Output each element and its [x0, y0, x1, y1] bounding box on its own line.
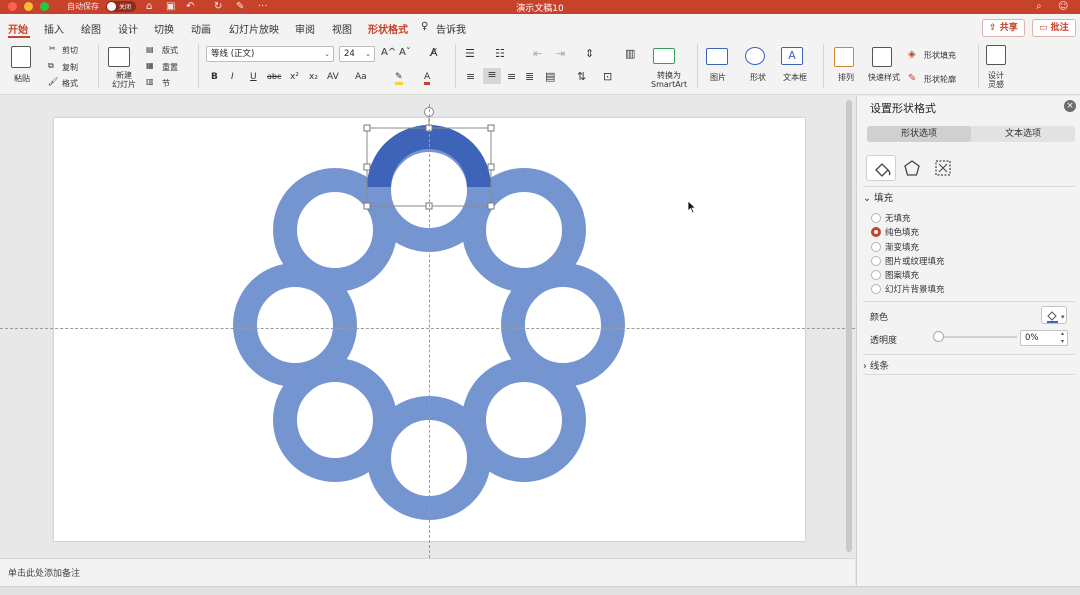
quick-styles-icon[interactable]	[872, 47, 892, 67]
horizontal-smart-guide	[0, 328, 855, 329]
transparency-label: 透明度	[870, 336, 898, 346]
fill-color-picker[interactable]: ▾	[1041, 306, 1067, 324]
notes-placeholder[interactable]: 单击此处添加备注	[8, 566, 80, 579]
search-icon[interactable]: ⌕	[1036, 0, 1042, 13]
close-pane-button[interactable]: ×	[1064, 100, 1076, 112]
shape-fill-button[interactable]: 形状填充	[924, 50, 956, 61]
design-ideas-button[interactable]: 设计 灵感	[988, 71, 1004, 89]
line-section-header[interactable]: › 线条	[863, 358, 889, 372]
format-shape-pane: 设置形状格式 × 形状选项 文本选项 ⌄ 填充 无填充 纯色填充 渐变填充 图片…	[856, 96, 1080, 586]
status-bar	[0, 586, 1080, 595]
tab-shape-options[interactable]: 形状选项	[867, 126, 971, 142]
size-properties-icon[interactable]	[928, 155, 958, 181]
transparency-slider-knob[interactable]	[933, 331, 944, 342]
comment-button[interactable]: ▭ 批注	[1032, 19, 1076, 37]
vertical-smart-guide	[429, 104, 430, 558]
transparency-slider-track[interactable]	[937, 336, 1017, 338]
notes-pane[interactable]: 单击此处添加备注	[0, 558, 855, 586]
design-ideas-icon[interactable]	[986, 45, 1006, 65]
shape-outline-button[interactable]: 形状轮廓	[924, 74, 956, 85]
mouse-cursor-icon	[687, 200, 697, 214]
color-label: 颜色	[870, 313, 889, 323]
quick-styles-button[interactable]: 快速样式	[868, 72, 900, 83]
pane-tab-switcher: 形状选项 文本选项	[867, 126, 1075, 142]
ring-diagram	[233, 107, 625, 520]
share-button[interactable]: ⇪ 共享	[982, 19, 1025, 37]
tab-text-options[interactable]: 文本选项	[971, 126, 1075, 142]
transparency-input[interactable]: 0% ▴ ▾	[1020, 330, 1068, 346]
pane-title: 设置形状格式	[870, 102, 936, 115]
svg-text:▾: ▾	[1061, 313, 1065, 321]
effects-pentagon-icon[interactable]	[897, 155, 927, 181]
fill-line-icon[interactable]	[866, 155, 896, 181]
vertical-scrollbar[interactable]	[846, 100, 852, 552]
fill-section-header[interactable]: ⌄ 填充	[863, 190, 893, 204]
account-icon[interactable]: ☺	[1058, 0, 1068, 13]
paint-bucket-icon: ◈	[908, 49, 916, 60]
pen-icon: ✎	[908, 73, 917, 84]
